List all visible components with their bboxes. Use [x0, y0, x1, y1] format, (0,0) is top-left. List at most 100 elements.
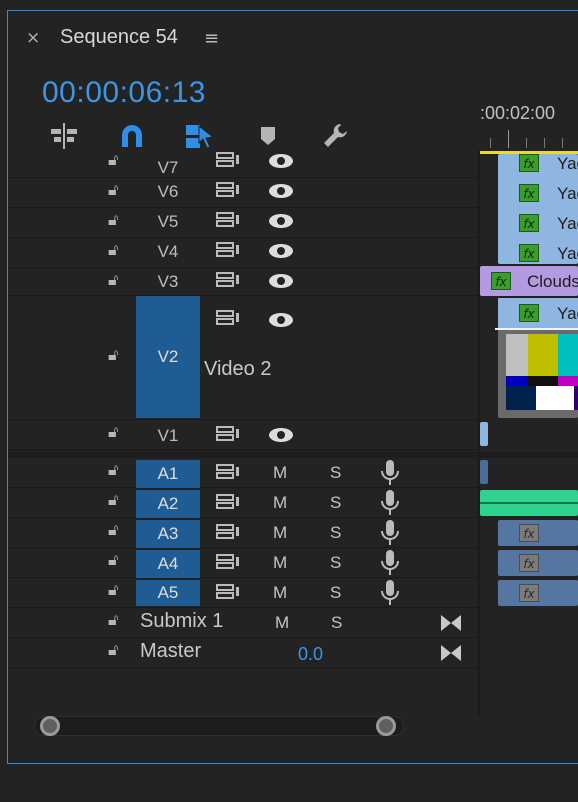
- eye-icon[interactable]: [268, 427, 294, 447]
- solo-button[interactable]: S: [330, 553, 341, 573]
- sync-lock-icon[interactable]: [216, 524, 240, 544]
- solo-button[interactable]: S: [330, 463, 341, 483]
- lock-icon[interactable]: 🔓︎: [108, 150, 118, 170]
- mute-button[interactable]: M: [273, 523, 287, 543]
- eye-icon[interactable]: [268, 183, 294, 203]
- microphone-icon[interactable]: [380, 489, 400, 521]
- lock-icon[interactable]: 🔓︎: [108, 210, 118, 230]
- track-label-v7[interactable]: V7: [136, 158, 200, 178]
- fx-badge: fx: [519, 554, 539, 572]
- eye-icon[interactable]: [268, 213, 294, 233]
- track-label-v3[interactable]: V3: [136, 272, 200, 292]
- track-label-v2[interactable]: V2: [136, 296, 200, 418]
- lock-icon[interactable]: 🔓︎: [108, 345, 118, 365]
- mute-button[interactable]: M: [273, 583, 287, 603]
- track-row-a4: [8, 548, 478, 578]
- lock-icon[interactable]: 🔓︎: [108, 240, 118, 260]
- track-name-video-2[interactable]: Video 2: [204, 358, 271, 381]
- lock-icon[interactable]: 🔓︎: [108, 520, 118, 540]
- lock-icon[interactable]: 🔓︎: [108, 580, 118, 600]
- playhead-timecode[interactable]: 00:00:06:13: [42, 76, 206, 110]
- clip-name: Yac: [557, 244, 578, 263]
- sync-lock-icon[interactable]: [216, 584, 240, 604]
- lock-icon[interactable]: 🔓︎: [108, 460, 118, 480]
- clip-name: Yac: [557, 184, 578, 203]
- lock-icon[interactable]: 🔓︎: [108, 550, 118, 570]
- track-label-v6[interactable]: V6: [136, 182, 200, 202]
- sync-lock-icon[interactable]: [216, 212, 240, 232]
- snap-magnet-icon[interactable]: [116, 120, 148, 152]
- lock-icon[interactable]: 🔓︎: [108, 490, 118, 510]
- track-label-v4[interactable]: V4: [136, 242, 200, 262]
- close-panel-icon[interactable]: ×: [26, 28, 40, 48]
- eye-icon[interactable]: [268, 312, 294, 332]
- timeline-zoom-scrollbar[interactable]: [34, 716, 404, 736]
- sync-lock-icon[interactable]: [216, 182, 240, 202]
- fx-badge: fx: [519, 524, 539, 542]
- mute-button[interactable]: M: [275, 613, 289, 633]
- wrench-settings-icon[interactable]: [320, 120, 352, 152]
- solo-button[interactable]: S: [330, 493, 341, 513]
- a1-clip[interactable]: [480, 460, 488, 484]
- solo-button[interactable]: S: [330, 523, 341, 543]
- track-label-a1[interactable]: A1: [136, 460, 200, 488]
- sync-lock-icon[interactable]: [216, 310, 240, 330]
- solo-button[interactable]: S: [331, 613, 342, 633]
- submix-label[interactable]: Submix 1: [140, 610, 223, 633]
- clip-name: Yac: [557, 154, 578, 173]
- fx-badge: fx: [491, 272, 511, 290]
- solo-button[interactable]: S: [330, 583, 341, 603]
- track-row-a5: [8, 578, 478, 608]
- track-row-master: [8, 638, 478, 668]
- master-label[interactable]: Master: [140, 640, 201, 663]
- scrollbar-right-handle[interactable]: [376, 716, 396, 736]
- sync-lock-icon[interactable]: [216, 554, 240, 574]
- fx-badge: fx: [519, 184, 539, 202]
- scrollbar-left-handle[interactable]: [40, 716, 60, 736]
- track-label-a3[interactable]: A3: [136, 520, 200, 548]
- mute-button[interactable]: M: [273, 463, 287, 483]
- microphone-icon[interactable]: [380, 549, 400, 581]
- track-label-a5[interactable]: A5: [136, 580, 200, 606]
- sync-lock-icon[interactable]: [216, 242, 240, 262]
- insert-tool-icon[interactable]: [48, 120, 80, 152]
- eye-icon[interactable]: [268, 153, 294, 173]
- time-ruler-label: :00:02:00: [480, 103, 556, 123]
- track-row-v7: [8, 154, 478, 178]
- sync-lock-icon[interactable]: [216, 494, 240, 514]
- time-ruler-ticks[interactable]: [480, 128, 578, 148]
- sync-lock-icon[interactable]: [216, 152, 240, 172]
- mute-button[interactable]: M: [273, 493, 287, 513]
- track-row-a1: [8, 458, 478, 488]
- sync-lock-icon[interactable]: [216, 272, 240, 292]
- microphone-icon[interactable]: [380, 519, 400, 551]
- a2-audio-clip[interactable]: [480, 490, 578, 516]
- panner-bowtie-icon[interactable]: [440, 644, 462, 666]
- eye-icon[interactable]: [268, 273, 294, 293]
- track-label-a4[interactable]: A4: [136, 550, 200, 578]
- track-row-a2: [8, 488, 478, 518]
- add-marker-icon[interactable]: [252, 120, 284, 152]
- lock-icon[interactable]: 🔓︎: [108, 422, 118, 442]
- sync-lock-icon[interactable]: [216, 464, 240, 484]
- master-volume-value[interactable]: 0.0: [298, 644, 323, 665]
- eye-icon[interactable]: [268, 243, 294, 263]
- fx-badge: fx: [519, 154, 539, 172]
- track-label-a2[interactable]: A2: [136, 490, 200, 518]
- lock-icon[interactable]: 🔓︎: [108, 180, 118, 200]
- track-label-v5[interactable]: V5: [136, 212, 200, 232]
- panel-menu-icon[interactable]: ≡: [204, 28, 219, 49]
- mute-button[interactable]: M: [273, 553, 287, 573]
- microphone-icon[interactable]: [380, 579, 400, 611]
- sync-lock-icon[interactable]: [216, 426, 240, 446]
- linked-selection-icon[interactable]: [184, 120, 216, 152]
- sequence-title[interactable]: Sequence 54: [60, 26, 178, 49]
- lock-icon[interactable]: 🔓︎: [108, 610, 118, 630]
- track-label-v1[interactable]: V1: [136, 426, 200, 446]
- lock-icon[interactable]: 🔓︎: [108, 270, 118, 290]
- track-row-v6: [8, 178, 478, 208]
- v1-clip[interactable]: [480, 422, 488, 446]
- lock-icon[interactable]: 🔓︎: [108, 640, 118, 660]
- microphone-icon[interactable]: [380, 459, 400, 491]
- panner-bowtie-icon[interactable]: [440, 614, 462, 636]
